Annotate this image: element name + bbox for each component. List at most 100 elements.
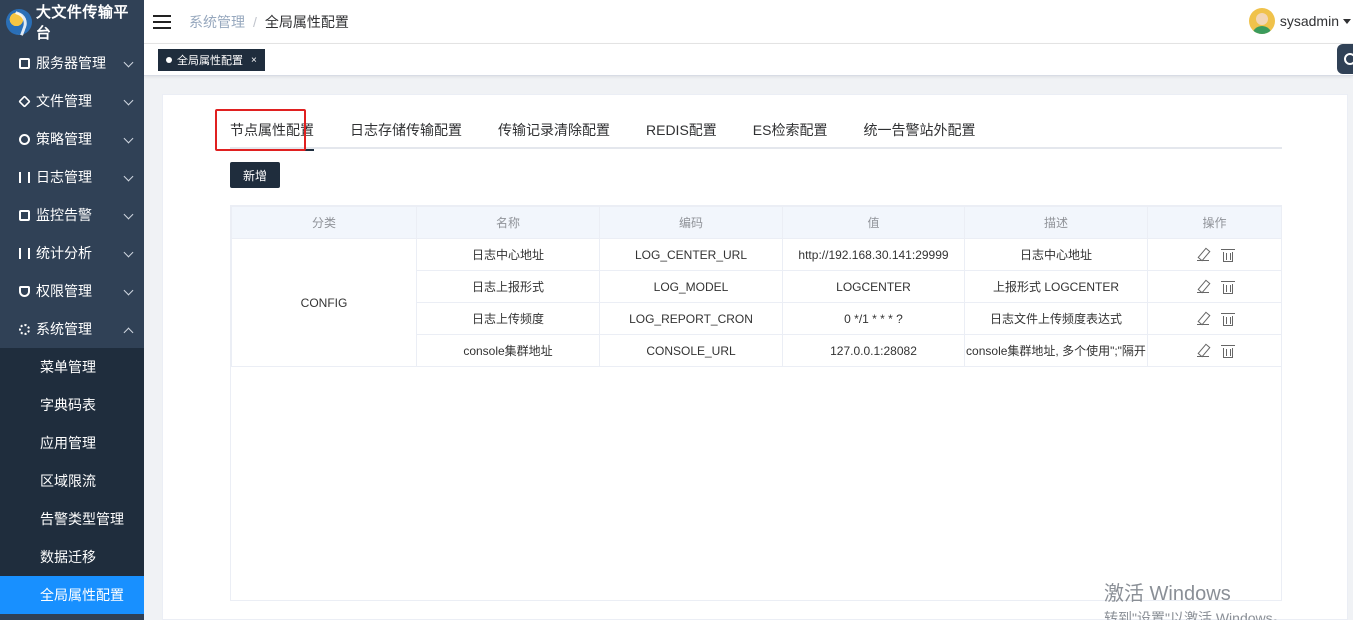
chevron-down-icon: [123, 209, 134, 220]
col-header-category: 分类: [231, 206, 417, 239]
breadcrumb-item[interactable]: 系统管理: [189, 12, 245, 32]
tab-record-cleanup[interactable]: 传输记录清除配置: [480, 119, 628, 149]
close-icon[interactable]: ×: [251, 55, 257, 66]
delete-icon[interactable]: [1220, 344, 1235, 358]
value-cell: http://192.168.30.141:29999: [782, 238, 965, 271]
settings-button[interactable]: [1337, 44, 1353, 74]
delete-icon[interactable]: [1220, 280, 1235, 294]
value-cell: LOGCENTER: [782, 270, 965, 303]
sidebar-item-label: 权限管理: [36, 283, 92, 299]
col-header-actions: 操作: [1147, 206, 1282, 239]
code-cell: LOG_REPORT_CRON: [599, 302, 783, 335]
hamburger-menu-icon[interactable]: [153, 14, 171, 29]
top-navbar: 系统管理 / 全局属性配置 sysadmin: [144, 0, 1353, 44]
add-button[interactable]: 新增: [230, 162, 280, 188]
monitor-icon: [19, 209, 30, 221]
description-cell: 日志文件上传频度表达式: [964, 302, 1148, 335]
sidebar-subitem-global-config[interactable]: 全局属性配置: [0, 576, 144, 614]
edit-icon[interactable]: [1196, 344, 1209, 357]
sidebar-subitem-rate-limit[interactable]: 区域限流: [0, 462, 144, 500]
chevron-down-icon: [123, 133, 134, 144]
breadcrumb-separator: /: [253, 13, 257, 30]
sidebar-item-label: 监控告警: [36, 207, 92, 223]
layers-icon: [18, 94, 31, 108]
tags-view: 全局属性配置 ×: [144, 44, 1353, 76]
chevron-down-icon: [123, 247, 134, 258]
tab-alert-external[interactable]: 统一告警站外配置: [845, 119, 993, 149]
config-tabs: 节点属性配置 日志存储传输配置 传输记录清除配置 REDIS配置 ES检索配置 …: [230, 119, 1282, 151]
col-header-code: 编码: [599, 206, 783, 239]
tab-node-config[interactable]: 节点属性配置: [230, 119, 332, 151]
active-dot-icon: [166, 57, 172, 63]
edit-icon[interactable]: [1196, 280, 1209, 293]
sidebar: 大文件传输平台 服务器管理 文件管理 策略管理 日志管理 监控告警 统计分析 权…: [0, 0, 144, 620]
user-menu[interactable]: sysadmin: [1248, 8, 1353, 34]
avatar[interactable]: [1248, 8, 1275, 34]
sidebar-item-system[interactable]: 系统管理: [0, 310, 144, 348]
code-cell: LOG_MODEL: [599, 270, 783, 303]
sidebar-item-label: 系统管理: [36, 321, 92, 337]
content-card: 节点属性配置 日志存储传输配置 传输记录清除配置 REDIS配置 ES检索配置 …: [162, 94, 1348, 620]
sidebar-item-server[interactable]: 服务器管理: [0, 44, 144, 82]
sidebar-subitem-migration[interactable]: 数据迁移: [0, 538, 144, 576]
description-cell: console集群地址, 多个使用";"隔开: [964, 334, 1148, 367]
chevron-up-icon: [123, 327, 134, 338]
gear-icon: [19, 323, 30, 335]
target-icon: [19, 133, 30, 145]
col-header-description: 描述: [964, 206, 1148, 239]
sidebar-item-files[interactable]: 文件管理: [0, 82, 144, 120]
name-cell: 日志上传频度: [416, 302, 600, 335]
edit-icon[interactable]: [1196, 312, 1209, 325]
cube-icon: [19, 57, 30, 69]
app-logo[interactable]: 大文件传输平台: [0, 0, 144, 44]
delete-icon[interactable]: [1220, 248, 1235, 262]
breadcrumb: 系统管理 / 全局属性配置: [189, 12, 349, 32]
description-cell: 日志中心地址: [964, 238, 1148, 271]
actions-cell: [1147, 334, 1282, 367]
caret-down-icon[interactable]: [1343, 18, 1351, 24]
sidebar-item-label: 文件管理: [36, 93, 92, 109]
name-cell: 日志中心地址: [416, 238, 600, 271]
sidebar-item-monitor[interactable]: 监控告警: [0, 196, 144, 234]
log-icon: [19, 171, 30, 183]
app-title: 大文件传输平台: [35, 4, 129, 42]
sidebar-item-label: 策略管理: [36, 131, 92, 147]
actions-cell: [1147, 238, 1282, 271]
sidebar-subitem-dictionary[interactable]: 字典码表: [0, 386, 144, 424]
table-header-row: 分类 名称 编码 值 描述 操作: [231, 206, 1282, 239]
chevron-down-icon: [123, 285, 134, 296]
sidebar-item-label: 日志管理: [36, 169, 92, 185]
logo-icon: [6, 9, 32, 35]
sidebar-item-permission[interactable]: 权限管理: [0, 272, 144, 310]
tag-label: 全局属性配置: [177, 55, 243, 67]
sidebar-item-logs[interactable]: 日志管理: [0, 158, 144, 196]
description-cell: 上报形式 LOGCENTER: [964, 270, 1148, 303]
tab-redis[interactable]: REDIS配置: [628, 119, 735, 149]
chevron-down-icon: [123, 57, 134, 68]
code-cell: LOG_CENTER_URL: [599, 238, 783, 271]
sidebar-menu: 服务器管理 文件管理 策略管理 日志管理 监控告警 统计分析 权限管理 系统管理…: [0, 44, 144, 614]
username[interactable]: sysadmin: [1280, 13, 1339, 29]
tag-global-config[interactable]: 全局属性配置 ×: [158, 49, 265, 71]
table-row: CONFIG 日志中心地址 LOG_CENTER_URL http://192.…: [231, 238, 1282, 367]
sidebar-subitem-apps[interactable]: 应用管理: [0, 424, 144, 462]
tab-es[interactable]: ES检索配置: [735, 119, 846, 149]
sidebar-item-stats[interactable]: 统计分析: [0, 234, 144, 272]
stats-icon: [19, 247, 30, 259]
shield-icon: [19, 285, 30, 297]
tab-log-storage[interactable]: 日志存储传输配置: [332, 119, 480, 149]
col-header-name: 名称: [416, 206, 600, 239]
sidebar-subitem-menu[interactable]: 菜单管理: [0, 348, 144, 386]
name-cell: console集群地址: [416, 334, 600, 367]
code-cell: CONSOLE_URL: [599, 334, 783, 367]
sidebar-subitem-alert-types[interactable]: 告警类型管理: [0, 500, 144, 538]
edit-icon[interactable]: [1196, 248, 1209, 261]
gear-icon: [1344, 53, 1353, 65]
sidebar-item-label: 服务器管理: [36, 55, 106, 71]
breadcrumb-current: 全局属性配置: [264, 13, 349, 30]
name-cell: 日志上报形式: [416, 270, 600, 303]
chevron-down-icon: [123, 171, 134, 182]
sidebar-item-policy[interactable]: 策略管理: [0, 120, 144, 158]
actions-cell: [1147, 302, 1282, 335]
delete-icon[interactable]: [1220, 312, 1235, 326]
